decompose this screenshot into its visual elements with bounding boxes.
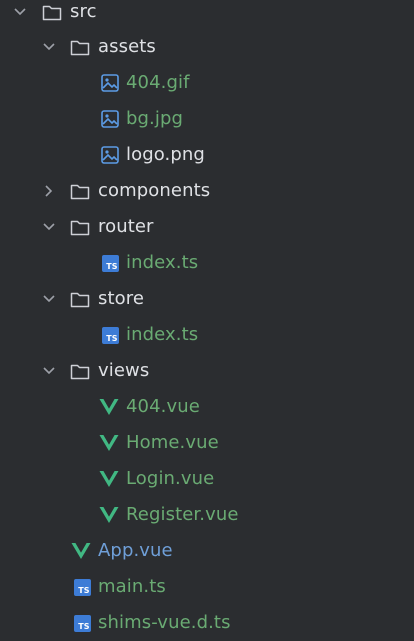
vue-file-icon (99, 433, 119, 453)
tree-folder-label: src (70, 1, 97, 22)
tree-file-bg-jpg[interactable]: bg.jpg (0, 101, 414, 137)
vue-file-icon (71, 541, 91, 561)
typescript-badge: TS (101, 326, 119, 344)
vue-file-icon (99, 397, 119, 417)
tree-file-home-vue[interactable]: Home.vue (0, 425, 414, 461)
tree-folder-store[interactable]: store (0, 281, 414, 317)
tree-file-login-vue[interactable]: Login.vue (0, 461, 414, 497)
folder-icon (70, 361, 90, 381)
chevron-down-icon[interactable] (13, 5, 27, 19)
chevron-down-icon[interactable] (42, 292, 56, 306)
tree-file-register-vue[interactable]: Register.vue (0, 497, 414, 533)
chevron-right-icon[interactable] (42, 184, 56, 198)
tree-folder-label: views (98, 360, 150, 381)
tree-file-404-vue[interactable]: 404.vue (0, 389, 414, 425)
tree-file-main-ts[interactable]: TS main.ts (0, 569, 414, 605)
vue-file-icon (99, 469, 119, 489)
typescript-file-icon: TS (100, 325, 120, 345)
typescript-badge: TS (101, 254, 119, 272)
tree-file-logo-png[interactable]: logo.png (0, 137, 414, 173)
typescript-badge: TS (73, 614, 91, 632)
tree-file-label: Register.vue (126, 504, 239, 525)
tree-folder-label: assets (98, 36, 156, 57)
typescript-file-icon: TS (72, 613, 92, 633)
tree-folder-views[interactable]: views (0, 353, 414, 389)
tree-file-404-gif[interactable]: 404.gif (0, 65, 414, 101)
folder-icon (70, 37, 90, 57)
tree-folder-label: components (98, 180, 211, 201)
tree-file-label: App.vue (98, 540, 173, 561)
tree-file-label: Home.vue (126, 432, 219, 453)
tree-file-app-vue[interactable]: App.vue (0, 533, 414, 569)
tree-file-label: shims-vue.d.ts (98, 612, 231, 633)
tree-file-store-index-ts[interactable]: TS index.ts (0, 317, 414, 353)
folder-icon (70, 181, 90, 201)
chevron-down-icon[interactable] (42, 40, 56, 54)
tree-file-router-index-ts[interactable]: TS index.ts (0, 245, 414, 281)
tree-folder-components[interactable]: components (0, 173, 414, 209)
typescript-file-icon: TS (72, 577, 92, 597)
image-icon (100, 145, 120, 165)
vue-file-icon (99, 505, 119, 525)
tree-folder-src[interactable]: src (0, 0, 414, 30)
tree-file-label: 404.gif (126, 72, 190, 93)
tree-file-label: bg.jpg (126, 108, 184, 129)
tree-file-label: index.ts (126, 324, 199, 345)
image-icon (100, 109, 120, 129)
chevron-down-icon[interactable] (42, 364, 56, 378)
tree-file-label: 404.vue (126, 396, 200, 417)
folder-icon (70, 217, 90, 237)
project-tree: src assets 404.gif bg.jpg logo.png compo… (0, 0, 414, 637)
tree-file-label: logo.png (126, 144, 205, 165)
chevron-down-icon[interactable] (42, 220, 56, 234)
folder-icon (42, 2, 62, 22)
tree-file-label: Login.vue (126, 468, 215, 489)
image-icon (100, 73, 120, 93)
tree-file-label: main.ts (98, 576, 166, 597)
tree-file-label: index.ts (126, 252, 199, 273)
folder-icon (70, 289, 90, 309)
typescript-file-icon: TS (100, 253, 120, 273)
typescript-badge: TS (73, 578, 91, 596)
tree-folder-label: store (98, 288, 145, 309)
tree-folder-router[interactable]: router (0, 209, 414, 245)
tree-file-shims-vue-d-ts[interactable]: TS shims-vue.d.ts (0, 605, 414, 641)
tree-folder-assets[interactable]: assets (0, 29, 414, 65)
tree-folder-label: router (98, 216, 154, 237)
